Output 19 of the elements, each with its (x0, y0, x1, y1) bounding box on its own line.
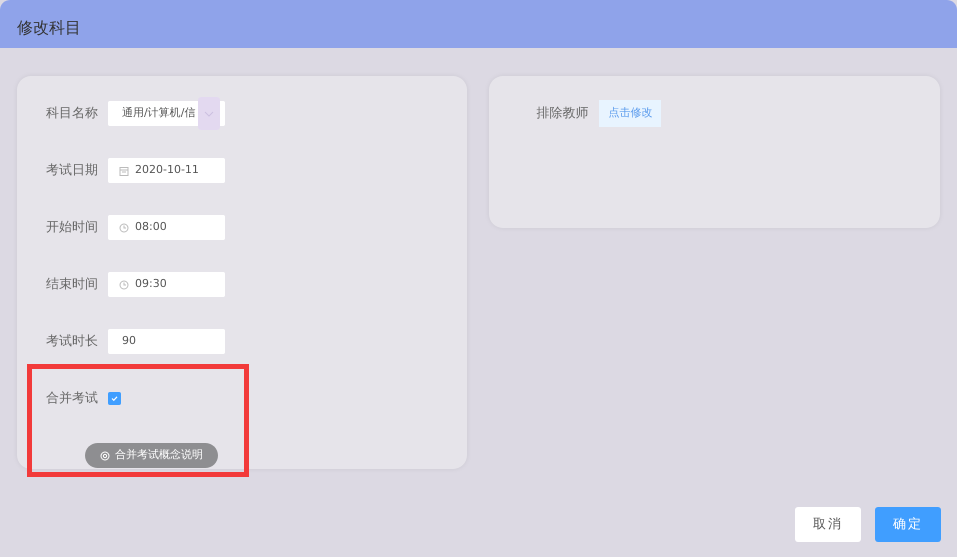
cancel-button[interactable]: 取消 (795, 507, 861, 542)
dialog-title: 修改科目 (17, 17, 81, 39)
check-icon (110, 394, 119, 403)
field-label: 合并考试 (46, 390, 99, 408)
clock-icon (119, 280, 129, 290)
chevron-down-icon (198, 97, 220, 130)
input-field[interactable]: 90 (108, 329, 225, 354)
checkbox[interactable] (108, 392, 121, 405)
field-label: 开始时间 (46, 218, 99, 237)
field-label: 科目名称 (46, 104, 99, 123)
calendar-icon (119, 166, 129, 176)
field-label: 结束时间 (46, 276, 99, 294)
input-field[interactable]: 08:00 (108, 215, 225, 240)
field-label: 考试时长 (46, 332, 99, 351)
input-field[interactable]: 09:30 (108, 272, 225, 297)
field-label: 排除教师 (536, 105, 588, 123)
field-label: 考试日期 (46, 162, 99, 180)
input-field[interactable]: 2020-10-11 (108, 158, 225, 183)
clock-icon (119, 222, 129, 232)
